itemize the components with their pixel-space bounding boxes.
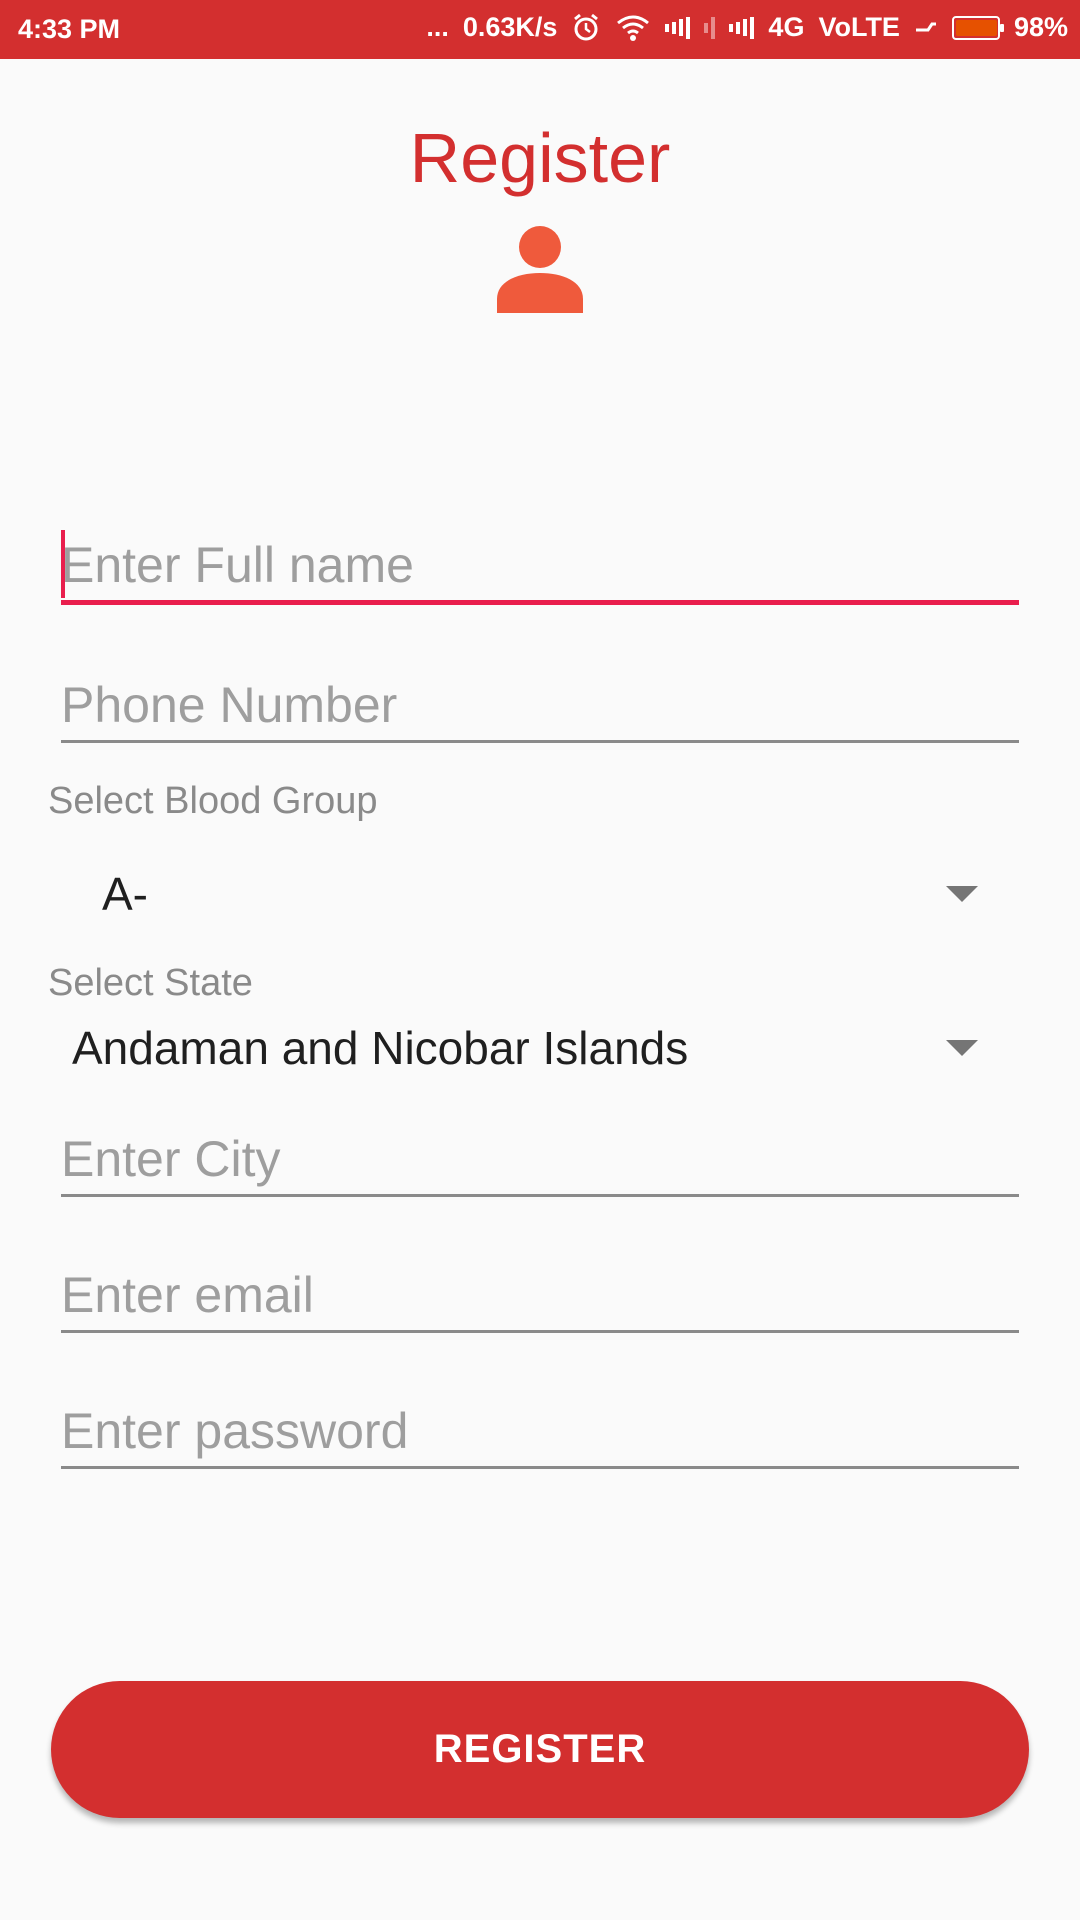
state-spinner[interactable]: Andaman and Nicobar Islands bbox=[48, 1012, 988, 1084]
dropdown-arrow-icon bbox=[946, 1040, 978, 1056]
status-icons: ... 0.63K/s 4G VoLTE 98% bbox=[426, 12, 1068, 43]
email-field[interactable] bbox=[61, 1260, 1019, 1333]
volte-label: VoLTE bbox=[818, 12, 900, 42]
full-name-input[interactable] bbox=[61, 530, 1019, 600]
phone-input[interactable] bbox=[61, 670, 1019, 740]
signal-icon bbox=[665, 16, 691, 40]
network-speed: 0.63K/s bbox=[462, 12, 558, 42]
signal-sim1-icon bbox=[729, 16, 755, 40]
status-bar: 4:33 PM ... 0.63K/s 4G VoLTE 98% bbox=[0, 0, 1080, 59]
alarm-icon bbox=[571, 13, 601, 43]
state-label: Select State bbox=[48, 962, 253, 1004]
wifi-icon bbox=[615, 13, 651, 43]
charging-icon bbox=[914, 18, 938, 38]
signal-sim2-icon bbox=[704, 16, 716, 40]
status-time: 4:33 PM bbox=[18, 14, 121, 44]
blood-group-value: A- bbox=[102, 868, 148, 920]
full-name-field[interactable] bbox=[61, 530, 1019, 605]
city-field[interactable] bbox=[61, 1124, 1019, 1197]
battery-icon bbox=[951, 15, 1004, 40]
state-value: Andaman and Nicobar Islands bbox=[72, 1022, 689, 1074]
email-input[interactable] bbox=[61, 1260, 1019, 1330]
person-icon bbox=[494, 225, 586, 313]
overflow-dots: ... bbox=[426, 12, 449, 42]
network-type: 4G bbox=[768, 12, 805, 42]
dropdown-arrow-icon bbox=[946, 886, 978, 902]
battery-percent: 98% bbox=[1013, 12, 1068, 42]
city-input[interactable] bbox=[61, 1124, 1019, 1194]
text-cursor bbox=[61, 530, 65, 598]
phone-field[interactable] bbox=[61, 670, 1019, 743]
page-title: Register bbox=[409, 119, 671, 197]
blood-group-label: Select Blood Group bbox=[48, 780, 378, 822]
password-input[interactable] bbox=[61, 1396, 1019, 1466]
blood-group-spinner[interactable]: A- bbox=[48, 858, 988, 930]
password-field[interactable] bbox=[61, 1396, 1019, 1469]
register-button[interactable]: REGISTER bbox=[51, 1681, 1029, 1818]
